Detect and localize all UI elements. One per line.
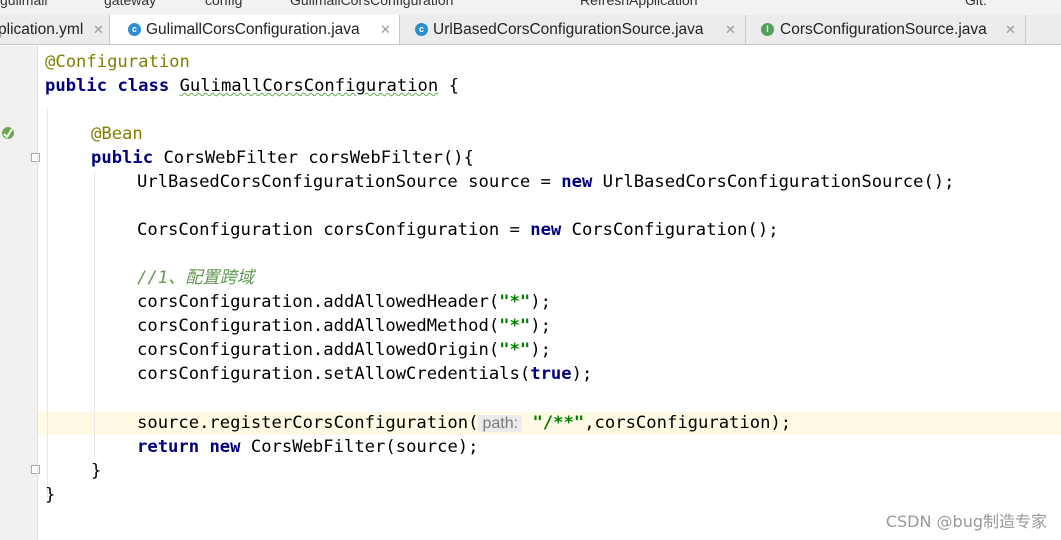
code-line-18: }	[91, 460, 101, 482]
editor-tab-bar: plication.yml ✕ c GulimallCorsConfigurat…	[0, 15, 1061, 45]
code-text: CorsWebFilter corsWebFilter(){	[153, 148, 474, 168]
tab-label: UrlBasedCorsConfigurationSource.java	[433, 21, 704, 38]
string-literal: "*"	[499, 340, 531, 360]
interface-icon: I	[761, 23, 774, 36]
keyword: class	[117, 76, 170, 96]
code-line-16: source.registerCorsConfiguration(path: "…	[137, 412, 791, 435]
annotation-bean: @Bean	[91, 124, 143, 144]
tab-gulimall-cors-configuration[interactable]: c GulimallCorsConfiguration.java ✕	[110, 15, 400, 44]
code-line-17: return new CorsWebFilter(source);	[137, 436, 479, 458]
tab-url-based-cors-configuration-source[interactable]: c UrlBasedCorsConfigurationSource.java ✕	[400, 15, 746, 44]
breadcrumb-item-class[interactable]: GulimallCorsConfiguration	[290, 0, 453, 8]
code-text: corsConfiguration.setAllowCredentials(	[137, 364, 531, 384]
code-text: {	[438, 76, 459, 96]
indent-guide	[94, 172, 95, 458]
run-config-selector[interactable]: RefreshApplication	[580, 0, 698, 8]
tab-cors-configuration-source[interactable]: I CorsConfigurationSource.java ✕	[746, 15, 1026, 44]
breadcrumb-item-project[interactable]: gulimall	[0, 0, 47, 8]
code-text: );	[530, 340, 551, 360]
editor-gutter[interactable]	[0, 46, 40, 540]
close-icon[interactable]: ✕	[93, 15, 104, 44]
keyword: public	[45, 76, 108, 96]
code-text: );	[530, 316, 551, 336]
breadcrumb-item-module[interactable]: gateway	[104, 0, 156, 8]
string-literal: "*"	[499, 292, 531, 312]
keyword: true	[530, 364, 572, 384]
code-line-5: public CorsWebFilter corsWebFilter(){	[91, 147, 474, 169]
keyword: new	[561, 172, 593, 192]
code-text: corsConfiguration.addAllowedHeader(	[137, 292, 500, 312]
fold-marker-icon[interactable]	[31, 465, 40, 474]
fold-marker-icon[interactable]	[31, 153, 40, 162]
bean-gutter-icon[interactable]	[0, 124, 20, 142]
breadcrumb-item-package[interactable]: config	[205, 0, 242, 8]
code-text: source.registerCorsConfiguration(	[137, 413, 479, 433]
tab-label: GulimallCorsConfiguration.java	[146, 21, 360, 38]
code-text: UrlBasedCorsConfigurationSource();	[592, 172, 955, 192]
navigation-breadcrumb: gulimall gateway config GulimallCorsConf…	[0, 0, 1061, 15]
code-line-4: @Bean	[91, 123, 143, 145]
code-line-6: UrlBasedCorsConfigurationSource source =…	[137, 171, 954, 193]
watermark: CSDN @bug制造专家	[885, 512, 1047, 531]
close-icon[interactable]: ✕	[1005, 15, 1016, 44]
keyword: new	[530, 220, 562, 240]
code-text: UrlBasedCorsConfigurationSource source =	[137, 172, 562, 192]
string-literal: "*"	[499, 316, 531, 336]
git-label: Git:	[965, 0, 987, 8]
code-text: CorsWebFilter(source);	[240, 437, 479, 457]
tab-application-yml[interactable]: plication.yml ✕	[0, 15, 110, 44]
keyword: return	[137, 437, 200, 457]
code-text: CorsConfiguration();	[561, 220, 779, 240]
code-line-2: public class GulimallCorsConfiguration {	[45, 75, 459, 97]
keyword: new	[209, 437, 241, 457]
code-text: corsConfiguration.addAllowedMethod(	[137, 316, 500, 336]
tab-label: plication.yml	[0, 21, 84, 38]
tab-label: CorsConfigurationSource.java	[780, 21, 987, 38]
code-text: );	[530, 292, 551, 312]
code-text: ,corsConfiguration);	[584, 413, 792, 433]
code-text: );	[571, 364, 593, 384]
code-line-1: @Configuration	[45, 51, 190, 73]
class-icon: c	[128, 23, 141, 36]
code-text: corsConfiguration.addAllowedOrigin(	[137, 340, 500, 360]
close-icon[interactable]: ✕	[725, 15, 736, 44]
code-line-11: corsConfiguration.addAllowedHeader("*");	[137, 291, 551, 313]
code-line-19: }	[45, 484, 55, 506]
string-literal: "/**"	[532, 413, 585, 433]
parameter-hint: path:	[478, 415, 523, 432]
annotation-configuration: @Configuration	[45, 52, 190, 72]
close-icon[interactable]: ✕	[380, 15, 391, 44]
keyword: public	[91, 148, 154, 168]
code-text: }	[91, 461, 102, 481]
class-name: GulimallCorsConfiguration	[179, 76, 439, 96]
class-icon: c	[415, 23, 428, 36]
code-line-8: CorsConfiguration corsConfiguration = ne…	[137, 219, 779, 241]
code-line-12: corsConfiguration.addAllowedMethod("*");	[137, 315, 551, 337]
code-text: }	[45, 485, 56, 505]
gutter-divider	[37, 46, 38, 540]
code-line-10: //1、配置跨域	[137, 267, 254, 289]
indent-guide	[47, 108, 48, 498]
code-comment: //1、配置跨域	[137, 268, 254, 288]
code-text: CorsConfiguration corsConfiguration =	[137, 220, 531, 240]
code-line-14: corsConfiguration.setAllowCredentials(tr…	[137, 363, 592, 385]
code-line-13: corsConfiguration.addAllowedOrigin("*");	[137, 339, 551, 361]
